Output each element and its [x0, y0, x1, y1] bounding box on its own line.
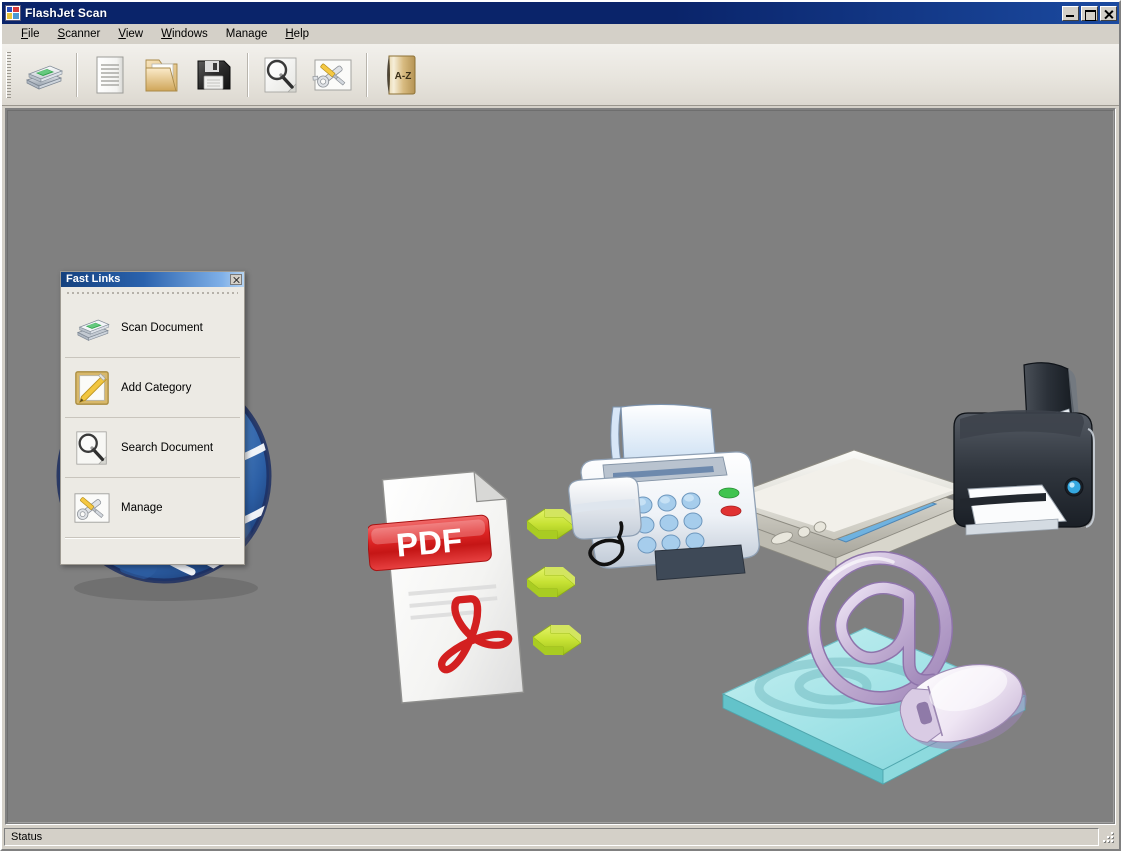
- fast-links-title: Fast Links: [66, 273, 121, 285]
- fast-links-item-scan-document[interactable]: Scan Document: [65, 298, 240, 358]
- menu-item-view[interactable]: View: [109, 26, 152, 42]
- fast-links-label-manage: Manage: [121, 501, 163, 514]
- fast-links-footer: [65, 538, 240, 560]
- magnifier-icon: [76, 430, 107, 465]
- menu-item-help[interactable]: Help: [276, 26, 318, 42]
- fast-links-label-add-category: Add Category: [121, 381, 192, 394]
- window-controls: [1062, 5, 1117, 21]
- menu-item-windows[interactable]: Windows: [152, 26, 217, 42]
- fast-links-icon-add-category: [69, 369, 115, 407]
- window-title: FlashJet Scan: [25, 6, 108, 20]
- fast-links-label-search-document: Search Document: [121, 441, 214, 454]
- az-book-label: A-Z: [395, 71, 412, 82]
- toolbar-button-index[interactable]: A-Z: [375, 50, 425, 100]
- fast-links-icon-scan-document: [69, 313, 115, 343]
- fast-links-icon-manage: [69, 490, 115, 526]
- menu-item-scanner[interactable]: Scanner: [49, 26, 110, 42]
- menu-label-windows: indows: [171, 28, 208, 40]
- pdf-label: PDF: [395, 521, 464, 564]
- scanner-icon: [76, 319, 110, 341]
- minimize-button[interactable]: [1062, 5, 1079, 21]
- menu-label-scanner: canner: [65, 28, 101, 40]
- pdf-document-graphic: PDF: [368, 470, 525, 704]
- fast-links-item-search-document[interactable]: Search Document: [65, 418, 240, 478]
- toolbar-button-manage[interactable]: [308, 50, 358, 100]
- fast-links-drag-handle[interactable]: [67, 290, 238, 296]
- fast-links-close-button[interactable]: [230, 274, 242, 285]
- menu-label-manage: Manage: [225, 28, 268, 40]
- toolbar-separator: [76, 52, 77, 97]
- menu-label-view: iew: [125, 28, 144, 40]
- az-book-icon: A-Z: [387, 55, 416, 94]
- title-bar: FlashJet Scan: [2, 2, 1119, 24]
- fast-links-label-scan-document: Scan Document: [121, 321, 203, 334]
- toolbar: A-Z: [2, 44, 1119, 106]
- toolbar-separator: [247, 52, 248, 97]
- toolbar-button-scan-document[interactable]: [18, 50, 68, 100]
- toolbar-button-new-document[interactable]: [85, 50, 135, 100]
- notepad-pencil-icon: [75, 370, 109, 405]
- folder-icon: [145, 59, 178, 91]
- tools-icon: [312, 59, 352, 90]
- toolbar-separator: [366, 52, 367, 97]
- scanner-icon: [25, 65, 64, 90]
- fast-links-item-manage[interactable]: Manage: [65, 478, 240, 538]
- toolbar-grip[interactable]: [6, 51, 11, 98]
- menu-label-help: elp: [293, 28, 310, 40]
- status-text: Status: [4, 828, 1099, 846]
- tools-icon: [74, 492, 110, 523]
- document-icon: [96, 56, 124, 93]
- app-icon: [5, 5, 21, 21]
- floppy-disk-icon: [197, 60, 231, 89]
- fast-links-panel[interactable]: Fast Links Scan Document Add Category Se…: [60, 271, 245, 565]
- fast-links-item-add-category[interactable]: Add Category: [65, 358, 240, 418]
- toolbar-button-search[interactable]: [256, 50, 306, 100]
- menu-item-file[interactable]: File: [12, 26, 49, 42]
- fast-links-title-bar: Fast Links: [61, 272, 244, 287]
- application-window: FlashJet Scan File Scanner View Windows …: [0, 0, 1121, 851]
- menu-bar: File Scanner View Windows Manage Help: [2, 24, 1119, 44]
- close-button[interactable]: [1100, 5, 1117, 21]
- menu-item-manage[interactable]: Manage: [217, 26, 277, 42]
- fast-links-body: Scan Document Add Category Search Docume…: [61, 287, 244, 564]
- canvas: PDF Fast Links Scan Document Add Categor…: [7, 110, 1114, 823]
- client-area: PDF Fast Links Scan Document Add Categor…: [5, 108, 1116, 825]
- magnifier-icon: [264, 57, 297, 92]
- toolbar-button-save[interactable]: [189, 50, 239, 100]
- workflow-illustration: PDF Fast Links Scan Document Add Categor…: [8, 111, 1113, 822]
- resize-grip[interactable]: [1101, 829, 1117, 845]
- status-bar: Status: [4, 827, 1117, 847]
- fast-links-icon-search-document: [69, 429, 115, 467]
- maximize-button[interactable]: [1081, 5, 1098, 21]
- menu-label-file: ile: [28, 28, 40, 40]
- mousepad-at-symbol-graphic: [721, 550, 1027, 785]
- toolbar-button-open-folder[interactable]: [137, 50, 187, 100]
